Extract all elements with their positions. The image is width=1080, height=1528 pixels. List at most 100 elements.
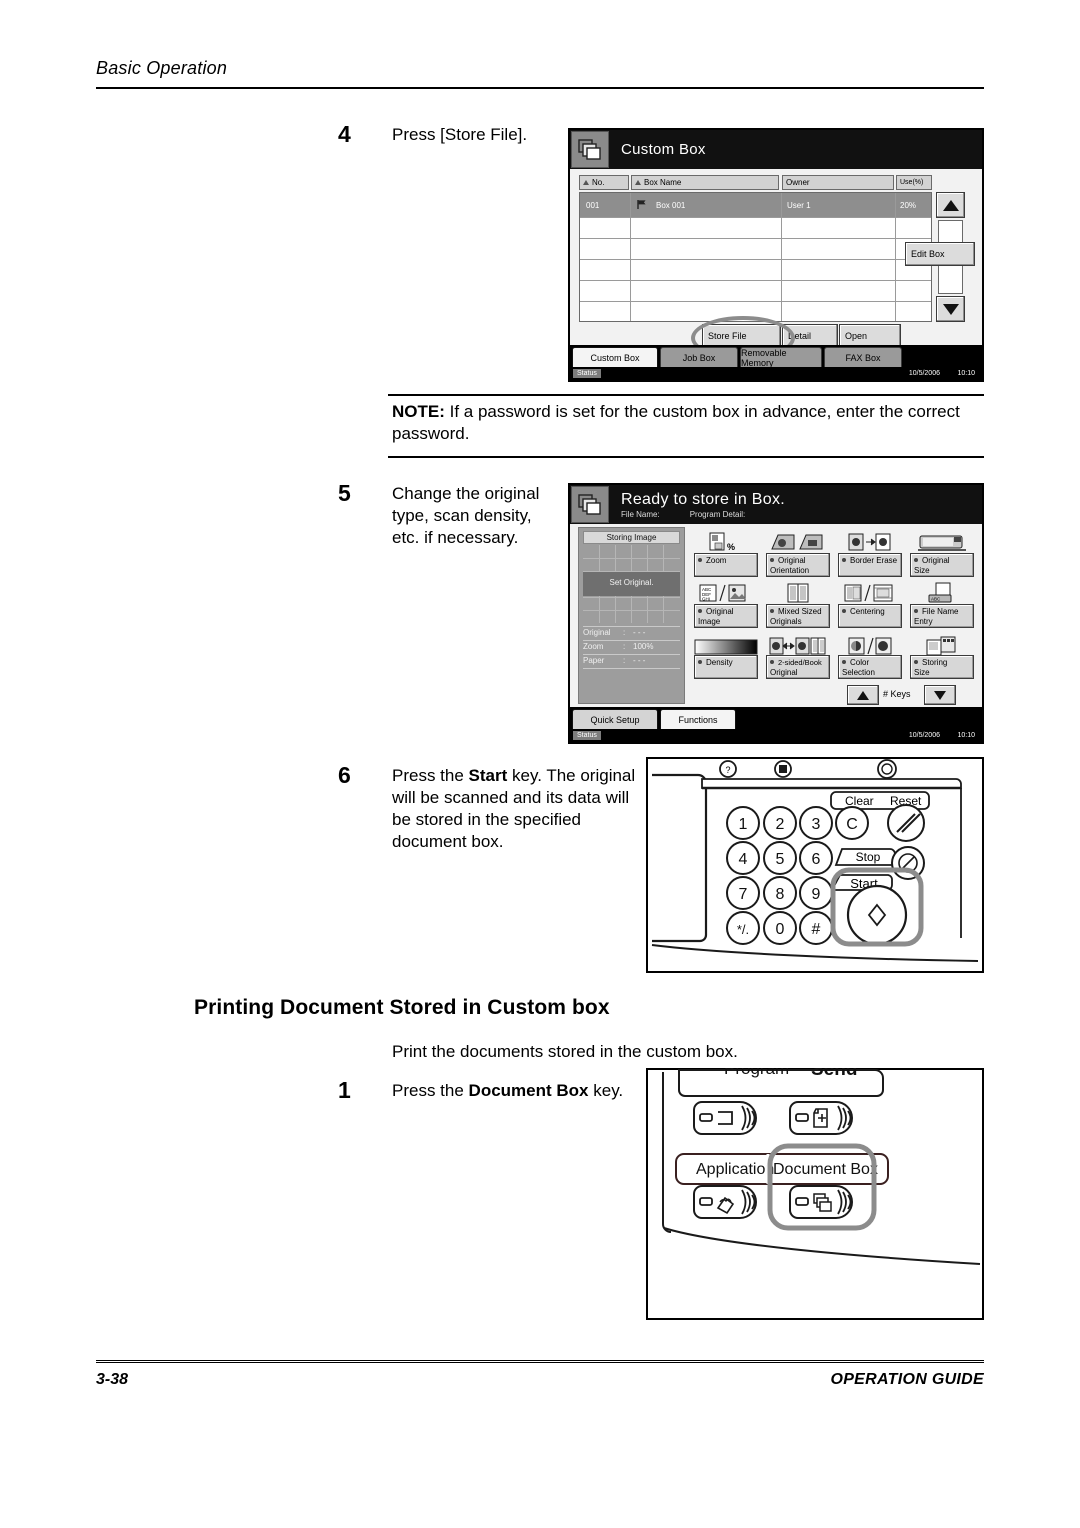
store-file-screen[interactable]: Ready to store in Box. File Name: Progra… <box>568 483 984 744</box>
scroll-down-button[interactable] <box>936 296 965 322</box>
bullet-icon <box>842 609 846 613</box>
tab-quick-setup[interactable]: Quick Setup <box>572 709 658 729</box>
flag-icon <box>636 199 648 212</box>
tab-custom-box[interactable]: Custom Box <box>572 347 658 367</box>
column-header-no[interactable]: No. <box>579 175 629 190</box>
preview-message: Set Original. <box>609 578 654 587</box>
two-sided-book-original-button[interactable]: 2-sided/Book Original <box>766 655 830 679</box>
svg-text:?: ? <box>725 765 730 775</box>
page-header-title: Basic Operation <box>96 58 228 78</box>
svg-text:8: 8 <box>776 886 785 903</box>
status-date: 10/5/2006 <box>908 732 940 739</box>
file-name-entry-button[interactable]: File Name Entry <box>910 604 974 628</box>
color-selection-button[interactable]: Color Selection <box>838 655 902 679</box>
cell-use: 20% <box>900 201 917 210</box>
tab-removable-memory[interactable]: Removable Memory <box>740 347 822 368</box>
note-label: NOTE: <box>392 402 445 421</box>
hash-keys-label: # Keys <box>883 689 911 699</box>
svg-text:#: # <box>812 921 821 938</box>
scroll-up-button[interactable] <box>936 192 965 218</box>
footer-guide-label: OPERATION GUIDE <box>830 1371 984 1388</box>
tab-functions[interactable]: Functions <box>660 709 736 729</box>
program-label: Program <box>724 1068 789 1078</box>
column-header-owner[interactable]: Owner <box>782 175 894 190</box>
column-header-box-name[interactable]: Box Name <box>631 175 779 190</box>
cell-owner: User 1 <box>787 201 811 210</box>
density-button[interactable]: Density <box>694 655 758 679</box>
send-label: Send <box>811 1068 857 1080</box>
zoom-button[interactable]: Zoom <box>694 553 758 577</box>
svg-text:C: C <box>846 816 858 833</box>
svg-text:1: 1 <box>739 816 748 833</box>
cell-box-name: Box 001 <box>656 201 686 210</box>
centering-icon <box>838 580 902 604</box>
triangle-up-icon <box>942 199 959 211</box>
border-erase-icon <box>838 529 902 553</box>
step-number-4: 4 <box>338 121 351 147</box>
cell-no: 001 <box>586 201 600 210</box>
bullet-icon <box>698 558 702 562</box>
triangle-down-icon <box>934 690 946 700</box>
document-box-key-illustration: Program Send Application Document Box <box>646 1068 984 1320</box>
original-size-button[interactable]: Original Size <box>910 553 974 577</box>
program-detail-label: Program Detail: <box>689 509 746 519</box>
custom-box-title: Custom Box <box>621 141 706 158</box>
tabstrip: Quick Setup Functions <box>570 707 982 729</box>
note-divider-bottom <box>388 456 984 458</box>
color-selection-icon <box>838 633 902 657</box>
centering-button[interactable]: Centering <box>838 604 902 628</box>
svg-text:5: 5 <box>776 851 785 868</box>
two-sided-book-original-icon <box>766 633 830 657</box>
document-box-icon <box>571 131 609 168</box>
original-image-button[interactable]: Original Image <box>694 604 758 628</box>
document-box-icon <box>571 486 609 523</box>
status-time: 10:10 <box>957 370 975 377</box>
preview-message-band: Set Original. <box>583 572 680 596</box>
application-label: Application <box>696 1161 774 1178</box>
svg-text:%: % <box>727 542 735 552</box>
svg-text:*/.: */. <box>737 922 749 937</box>
custom-box-titlebar: Custom Box <box>570 130 982 169</box>
hash-keys-down-button[interactable] <box>924 685 956 705</box>
column-header-use[interactable]: Use(%) <box>896 175 932 190</box>
bullet-icon <box>914 609 918 613</box>
svg-text:3: 3 <box>812 816 821 833</box>
bullet-icon <box>842 660 846 664</box>
original-orientation-button[interactable]: Original Orientation <box>766 553 830 577</box>
border-erase-button[interactable]: Border Erase <box>838 553 902 577</box>
bullet-icon <box>770 660 774 664</box>
step-text-5: Change the original type, scan density, … <box>392 484 540 547</box>
original-image-icon: ABC DEF GHI <box>694 580 758 604</box>
tabstrip: Custom Box Job Box Removable Memory FAX … <box>570 345 982 368</box>
tab-fax-box[interactable]: FAX Box <box>824 347 902 367</box>
bullet-icon <box>770 558 774 562</box>
zoom-icon: % <box>694 529 758 553</box>
footer-page-number: 3-38 <box>96 1371 129 1388</box>
custom-box-screen[interactable]: Custom Box No. Box Name Owner Use(%) 001 <box>568 128 984 382</box>
box-list-grid[interactable]: 001 Box 001 User 1 20% <box>579 192 932 322</box>
original-size-icon <box>910 529 974 553</box>
step-text-1: Press the Document Box key. <box>392 1081 624 1100</box>
keypad-illustration: ? Clear Reset 123C 456 789 */. 0 # Stop … <box>646 757 984 973</box>
store-screen-titlebar: Ready to store in Box. File Name: Progra… <box>570 485 982 524</box>
storing-size-icon <box>910 633 974 657</box>
svg-text:2: 2 <box>776 816 785 833</box>
sort-ascending-icon <box>583 180 589 185</box>
hash-keys-up-button[interactable] <box>847 685 879 705</box>
svg-text:7: 7 <box>739 886 748 903</box>
edit-box-button[interactable]: Edit Box <box>905 242 975 266</box>
manual-page: Basic Operation 4 Press [Store File]. Cu… <box>0 0 1080 1528</box>
status-bar: Status 10/5/2006 10:10 <box>570 367 982 380</box>
sort-ascending-icon <box>635 180 641 185</box>
status-bar: Status 10/5/2006 10:10 <box>570 729 982 742</box>
svg-text:6: 6 <box>812 851 821 868</box>
tab-job-box[interactable]: Job Box <box>660 347 738 367</box>
status-date: 10/5/2006 <box>908 370 940 377</box>
stop-label: Stop <box>856 850 881 864</box>
step-number-6: 6 <box>338 762 351 788</box>
original-orientation-icon <box>766 529 830 553</box>
storing-size-button[interactable]: Storing Size <box>910 655 974 679</box>
mixed-sized-originals-button[interactable]: Mixed Sized Originals <box>766 604 830 628</box>
table-row[interactable] <box>580 193 931 217</box>
bullet-icon <box>770 609 774 613</box>
